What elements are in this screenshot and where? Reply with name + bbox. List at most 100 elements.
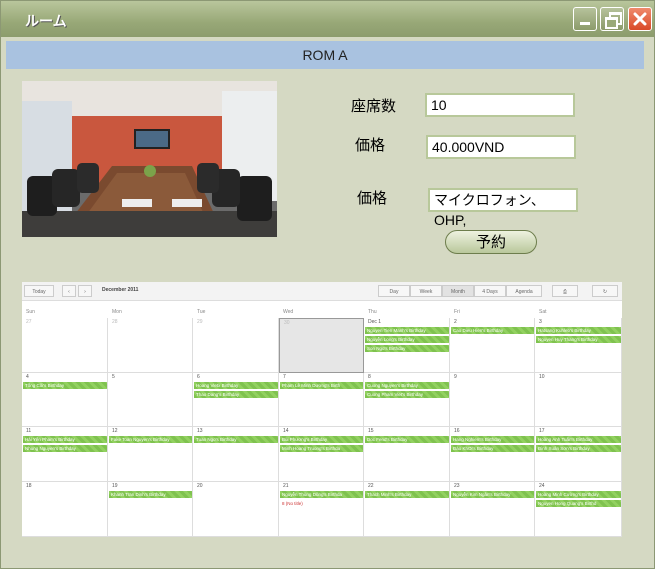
title-bar[interactable]: ルーム [1, 1, 654, 37]
book-button[interactable]: 予約 [445, 230, 537, 254]
refresh-button[interactable]: ↻ [592, 285, 618, 297]
next-button[interactable]: › [78, 285, 92, 297]
calendar-event[interactable]: Hoàng Minh Cường's Birthday [536, 491, 621, 498]
day-number: 9 [454, 374, 457, 380]
calendar-event[interactable]: Tuan Ngo's Birthday [194, 436, 278, 443]
print-button[interactable]: ⎙ [552, 285, 578, 297]
calendar-toolbar: Today ‹ › December 2011 Day Week Month 4… [22, 282, 622, 301]
day-number: 23 [454, 483, 460, 489]
close-icon [633, 12, 647, 26]
day-number: 11 [26, 428, 32, 434]
weekday-header: Fri [454, 309, 460, 315]
calendar-day-cell[interactable]: 10 [535, 373, 622, 427]
prev-button[interactable]: ‹ [62, 285, 76, 297]
calendar-event[interactable]: Bùi Phương's Birthday [280, 436, 363, 443]
day-number: 19 [112, 483, 118, 489]
chevron-left-icon: ‹ [68, 289, 70, 295]
calendar-event[interactable]: Cuong Nguyen's Birthday [365, 382, 449, 389]
calendar-event[interactable]: Nguyễn Thùng Dũng's Birthda [280, 491, 363, 498]
day-number: 12 [112, 428, 118, 434]
calendar-day-cell[interactable]: 20 [193, 482, 279, 537]
calendar-event[interactable]: Hải Yến Pham's Birthday [23, 436, 107, 443]
calendar-event[interactable]: Nguyen Huy Thang's Birthday [536, 336, 621, 343]
view-week[interactable]: Week [410, 285, 442, 297]
calendar-day-cell[interactable]: 5 [108, 373, 193, 427]
calendar-event[interactable]: Nguyễn Long's Birthday [365, 336, 449, 343]
day-number: 22 [368, 483, 374, 489]
day-number: 30 [284, 320, 290, 326]
calendar-day-cell[interactable]: 18 [22, 482, 108, 537]
calendar-event[interactable]: Hatsang Kuhleb's Birthday [536, 327, 621, 334]
calendar-event[interactable]: Cuong Pham Viet's Birthday [365, 391, 449, 398]
month-label: December 2011 [102, 287, 139, 293]
day-number: 16 [454, 428, 460, 434]
equipment-label: 価格 [357, 189, 388, 207]
calendar-event[interactable]: Son Ngo's Birthday [365, 345, 449, 352]
calendar-event[interactable]: Thach Minh's Birthday [365, 491, 449, 498]
refresh-icon: ↻ [602, 289, 608, 295]
day-number: 2 [454, 319, 457, 325]
restore-button[interactable] [600, 7, 624, 31]
price-label: 価格 [355, 136, 386, 154]
calendar-event[interactable]: Doc Fend's Birthday [365, 436, 449, 443]
minimize-button[interactable] [573, 7, 597, 31]
calendar-event[interactable]: Hoang Vietx Birthday [194, 382, 278, 389]
chevron-right-icon: › [84, 289, 86, 295]
calendar-event[interactable]: Tống Côi's Birthday [23, 382, 107, 389]
calendar-event[interactable]: Phạm Lê Minh Dương's Birth [280, 382, 363, 389]
day-number: 27 [26, 319, 32, 325]
weekday-header: Tue [197, 309, 206, 315]
weekday-header: Mon [112, 309, 122, 315]
calendar-event[interactable]: Thao Dang's Birthday [194, 391, 278, 398]
room-name-header: ROM A [6, 41, 644, 69]
day-number: 7 [283, 374, 286, 380]
calendar-event[interactable]: Khanh Tran Dinh's Birthday [109, 491, 192, 498]
day-number: 14 [283, 428, 289, 434]
view-day[interactable]: Day [378, 285, 410, 297]
day-number: 4 [26, 374, 29, 380]
equipment-field[interactable]: マイクロフォン、OHP, [428, 188, 578, 228]
calendar-day-cell[interactable]: 29 [193, 318, 279, 373]
calendar-event[interactable]: Đinh Xuân Sơn's Birthday [536, 445, 621, 452]
weekday-header: Sat [539, 309, 547, 315]
close-button[interactable] [628, 7, 652, 31]
weekday-header: Sun [26, 309, 35, 315]
day-number: 20 [197, 483, 203, 489]
day-number: 13 [197, 428, 203, 434]
calendar-event[interactable]: Hang Nghiem's Birthday [451, 436, 534, 443]
day-number: 10 [539, 374, 545, 380]
day-number: 5 [112, 374, 115, 380]
calendar-event[interactable]: Nguyễn Kim Ngân's Birthday [451, 491, 534, 498]
seats-label: 座席数 [351, 97, 397, 115]
day-number: 17 [539, 428, 545, 434]
calendar-event[interactable]: Hoàng Anh Tuấn's Birthday [536, 436, 621, 443]
calendar-event[interactable]: Đào KhOi's Birthday [451, 445, 534, 452]
calendar: Today ‹ › December 2011 Day Week Month 4… [22, 282, 622, 537]
seats-field[interactable]: 10 [425, 93, 575, 117]
view-month[interactable]: Month [442, 285, 474, 297]
view-agenda[interactable]: Agenda [506, 285, 542, 297]
price-field[interactable]: 40.000VND [426, 135, 576, 159]
minimize-icon [580, 22, 590, 25]
calendar-day-cell[interactable]: 30 [279, 318, 364, 373]
calendar-event[interactable]: Nguyen Tien Manh's Birthday [365, 327, 449, 334]
day-number: 21 [283, 483, 289, 489]
calendar-event[interactable]: Minh Hoang Truong's Birthda [280, 445, 363, 452]
day-number: 6 [197, 374, 200, 380]
today-button[interactable]: Today [24, 285, 54, 297]
calendar-day-cell[interactable]: 27 [22, 318, 108, 373]
calendar-day-cell[interactable]: 28 [108, 318, 193, 373]
window-title: ルーム [25, 14, 67, 30]
day-number: Dec 1 [368, 319, 382, 325]
calendar-event[interactable]: Cao Dieu Hien's Birthday [451, 327, 534, 334]
calendar-event[interactable]: Fake Toan Nguyen's Birthday [109, 436, 192, 443]
calendar-day-cell[interactable]: 9 [450, 373, 535, 427]
view-4days[interactable]: 4 Days [474, 285, 506, 297]
day-number: 18 [26, 483, 32, 489]
calendar-event[interactable]: Nguyen Hong Quang's Birthd [536, 500, 621, 507]
calendar-event[interactable]: Nhung Nguyen's Birthday [23, 445, 107, 452]
day-number: 29 [197, 319, 203, 325]
calendar-event[interactable]: 8 (No title) [280, 500, 363, 507]
day-number: 28 [112, 319, 118, 325]
day-number: 8 [368, 374, 371, 380]
